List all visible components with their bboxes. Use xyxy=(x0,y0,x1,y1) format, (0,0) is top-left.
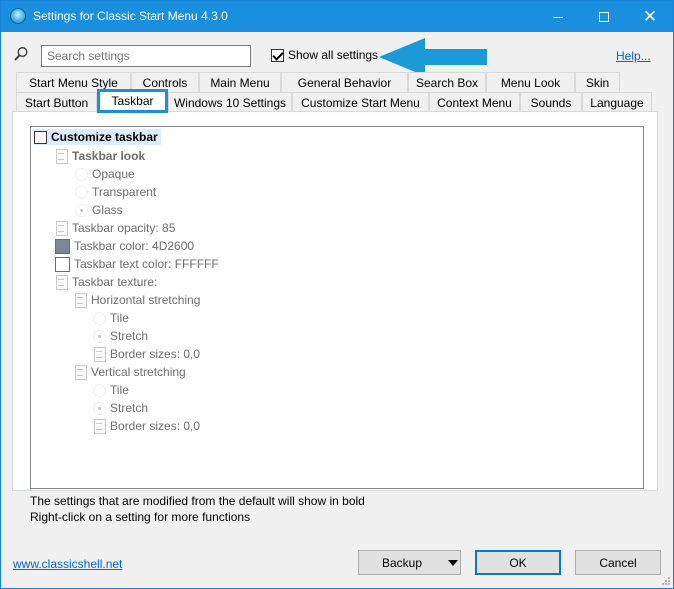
tree-item[interactable]: Opaque xyxy=(75,166,135,182)
dropdown-arrow-icon xyxy=(448,560,458,566)
tree-item-label: Opaque xyxy=(92,167,135,181)
tree-item-label: Stretch xyxy=(110,329,149,343)
tree-item[interactable]: Tile xyxy=(93,310,129,326)
minimize-button[interactable] xyxy=(535,1,581,32)
setting-page-icon xyxy=(74,293,87,308)
ok-button[interactable]: OK xyxy=(475,550,561,575)
tree-item[interactable]: Stretch xyxy=(93,328,148,344)
close-button[interactable]: ✕ xyxy=(627,1,673,32)
tab-main-menu[interactable]: Main Menu xyxy=(199,72,281,92)
backup-label: Backup xyxy=(382,556,423,570)
tree-item[interactable]: Taskbar opacity: 85 xyxy=(55,220,175,236)
tree-item[interactable]: Transparent xyxy=(75,184,156,200)
tab-skin[interactable]: Skin xyxy=(575,72,620,92)
pointer-arrow-annotation xyxy=(379,38,487,76)
tree-item[interactable]: Border sizes: 0,0 xyxy=(93,418,200,434)
tab-windows-10-settings[interactable]: Windows 10 Settings xyxy=(168,92,292,112)
tree-item-label: Tile xyxy=(110,311,129,325)
tree-item[interactable]: Taskbar look xyxy=(55,148,145,164)
show-all-settings-checkbox[interactable]: Show all settings xyxy=(271,48,378,62)
setting-page-icon xyxy=(55,275,68,290)
settings-window: Settings for Classic Start Menu 4.3.0 ✕ … xyxy=(0,0,674,589)
tree-item[interactable]: Horizontal stretching xyxy=(74,292,200,308)
hint-right-click: Right-click on a setting for more functi… xyxy=(30,510,251,524)
tree-item-label: Border sizes: 0,0 xyxy=(110,419,201,433)
tree-item-label: Border sizes: 0,0 xyxy=(110,347,201,361)
radio-selected-icon[interactable] xyxy=(75,203,88,217)
radio-selected-icon[interactable] xyxy=(93,329,106,343)
tree-root-customize-taskbar[interactable]: Customize taskbar xyxy=(34,129,161,145)
tree-item-label: Glass xyxy=(92,203,123,217)
tree-item[interactable]: Tile xyxy=(93,382,129,398)
help-link[interactable]: Help... xyxy=(616,49,651,63)
taskbar-text-color-swatch[interactable] xyxy=(55,256,70,272)
tree-item[interactable]: Stretch xyxy=(93,400,148,416)
tab-sounds[interactable]: Sounds xyxy=(520,92,582,112)
tab-language[interactable]: Language xyxy=(582,92,652,112)
tab-row-bottom: Start Button Taskbar Windows 10 Settings Cu… xyxy=(16,89,652,113)
setting-page-icon xyxy=(55,221,68,236)
tree-item-label: Stretch xyxy=(110,401,149,415)
cancel-button[interactable]: Cancel xyxy=(575,550,661,575)
tree-item[interactable]: Vertical stretching xyxy=(74,364,186,380)
classic-shell-shell-icon xyxy=(10,8,26,24)
tree-item[interactable]: Taskbar color: 4D2600 xyxy=(55,238,194,254)
radio-selected-icon[interactable] xyxy=(93,401,106,415)
tree-item-label: Taskbar opacity: 85 xyxy=(72,221,176,235)
search-input[interactable] xyxy=(41,45,251,67)
maximize-icon xyxy=(599,11,609,22)
tree-item-label: Vertical stretching xyxy=(91,365,186,379)
radio-icon[interactable] xyxy=(75,185,88,199)
tree-item-label: Transparent xyxy=(92,185,157,199)
tree-item[interactable]: Taskbar texture: xyxy=(55,274,157,290)
setting-page-icon xyxy=(55,149,68,164)
backup-button[interactable]: Backup xyxy=(358,550,461,575)
show-all-settings-label[interactable]: Show all settings xyxy=(288,48,378,62)
tree-item-label: Taskbar color: 4D2600 xyxy=(74,239,195,253)
tab-customize-start-menu[interactable]: Customize Start Menu xyxy=(292,92,429,112)
tab-start-button[interactable]: Start Button xyxy=(16,92,97,112)
title-bar[interactable]: Settings for Classic Start Menu 4.3.0 ✕ xyxy=(1,1,673,32)
tab-search-box[interactable]: Search Box xyxy=(408,72,486,92)
radio-icon[interactable] xyxy=(93,383,106,397)
checkbox-box[interactable] xyxy=(271,48,284,62)
tree-root-label: Customize taskbar xyxy=(51,130,158,144)
maximize-button[interactable] xyxy=(581,1,627,32)
tree-item[interactable]: Taskbar text color: FFFFFF xyxy=(55,256,219,272)
setting-page-icon xyxy=(74,365,87,380)
taskbar-color-swatch[interactable] xyxy=(55,238,70,254)
setting-page-icon xyxy=(93,347,106,362)
tree-item-label: Taskbar look xyxy=(72,149,146,163)
tree-item-label: Horizontal stretching xyxy=(91,293,201,307)
resize-grip-icon[interactable] xyxy=(661,576,671,586)
tree-item-label: Taskbar texture: xyxy=(72,275,158,289)
tab-general-behavior[interactable]: General Behavior xyxy=(281,72,408,92)
close-icon: ✕ xyxy=(642,6,658,26)
radio-icon[interactable] xyxy=(93,311,106,325)
tree-item-label: Taskbar text color: FFFFFF xyxy=(74,257,219,271)
tree-item-label: Tile xyxy=(110,383,129,397)
tree-item[interactable]: Border sizes: 0,0 xyxy=(93,346,200,362)
tree-item[interactable]: Glass xyxy=(75,202,123,218)
hint-bold-modified: The settings that are modified from the … xyxy=(30,494,365,508)
tab-taskbar[interactable]: Taskbar xyxy=(97,89,168,113)
radio-icon[interactable] xyxy=(75,167,88,181)
minimize-icon xyxy=(553,17,563,18)
tab-menu-look[interactable]: Menu Look xyxy=(486,72,575,92)
tab-context-menu[interactable]: Context Menu xyxy=(429,92,520,112)
window-title: Settings for Classic Start Menu 4.3.0 xyxy=(33,9,228,23)
search-icon xyxy=(14,47,28,61)
website-link[interactable]: www.classicshell.net xyxy=(13,557,122,571)
customize-taskbar-checkbox[interactable] xyxy=(34,130,47,144)
setting-page-icon xyxy=(93,419,106,434)
